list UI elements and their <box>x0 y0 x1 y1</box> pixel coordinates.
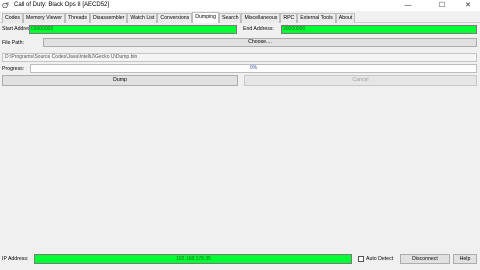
tab-codes[interactable]: Codes <box>2 13 23 23</box>
minimize-button[interactable]: — <box>396 0 420 11</box>
tab-search[interactable]: Search <box>219 13 242 23</box>
tab-watch-list[interactable]: Watch List <box>127 13 158 23</box>
maximize-button[interactable]: ☐ <box>430 0 454 11</box>
tab-rpc[interactable]: RPC <box>280 13 298 23</box>
progress-percent: 0% <box>249 65 258 71</box>
tab-about[interactable]: About <box>335 13 356 23</box>
tab-strip: Codes Memory Viewer Threads Disassembler Wat… <box>2 12 356 23</box>
dump-button[interactable]: Dump <box>2 75 238 86</box>
file-path-label: File Path: <box>2 40 24 46</box>
auto-detect-checkbox[interactable] <box>358 256 364 262</box>
tab-external-tools[interactable]: External Tools <box>297 13 336 23</box>
file-path-display: D:\Programs\Source Codes\Java\IntelliJ\G… <box>2 53 477 62</box>
end-address-label: End Address: <box>243 26 274 32</box>
tab-conversions[interactable]: Conversions <box>157 13 193 23</box>
tab-disassembler[interactable]: Disassembler <box>89 13 128 23</box>
close-button[interactable]: ✕ <box>456 0 480 11</box>
end-address-field[interactable]: 30000000 <box>281 25 477 34</box>
auto-detect-label: Auto Detect <box>366 256 394 262</box>
cancel-button[interactable]: Cancel <box>244 75 477 86</box>
tab-dumping[interactable]: Dumping <box>192 12 220 23</box>
tab-memory-viewer[interactable]: Memory Viewer <box>23 13 65 23</box>
tab-threads[interactable]: Threads <box>64 13 90 23</box>
progress-label: Progress: <box>2 66 25 72</box>
window-title: Call of Duty: Black Ops II [AECD52] <box>14 2 110 8</box>
app-icon: 🜚 <box>2 1 11 10</box>
ip-address-field[interactable]: 192.168.178.35 <box>34 254 352 264</box>
progress-bar: 0% <box>30 64 477 73</box>
start-address-field[interactable]: 02000000 <box>29 25 237 34</box>
help-button[interactable]: Help <box>453 254 477 264</box>
disconnect-button[interactable]: Disconnect <box>400 254 450 264</box>
tab-miscellaneous[interactable]: Miscellaneous <box>241 13 281 23</box>
ip-address-label: IP Address: <box>2 256 29 262</box>
choose-file-button[interactable]: Choose.... <box>43 38 477 47</box>
